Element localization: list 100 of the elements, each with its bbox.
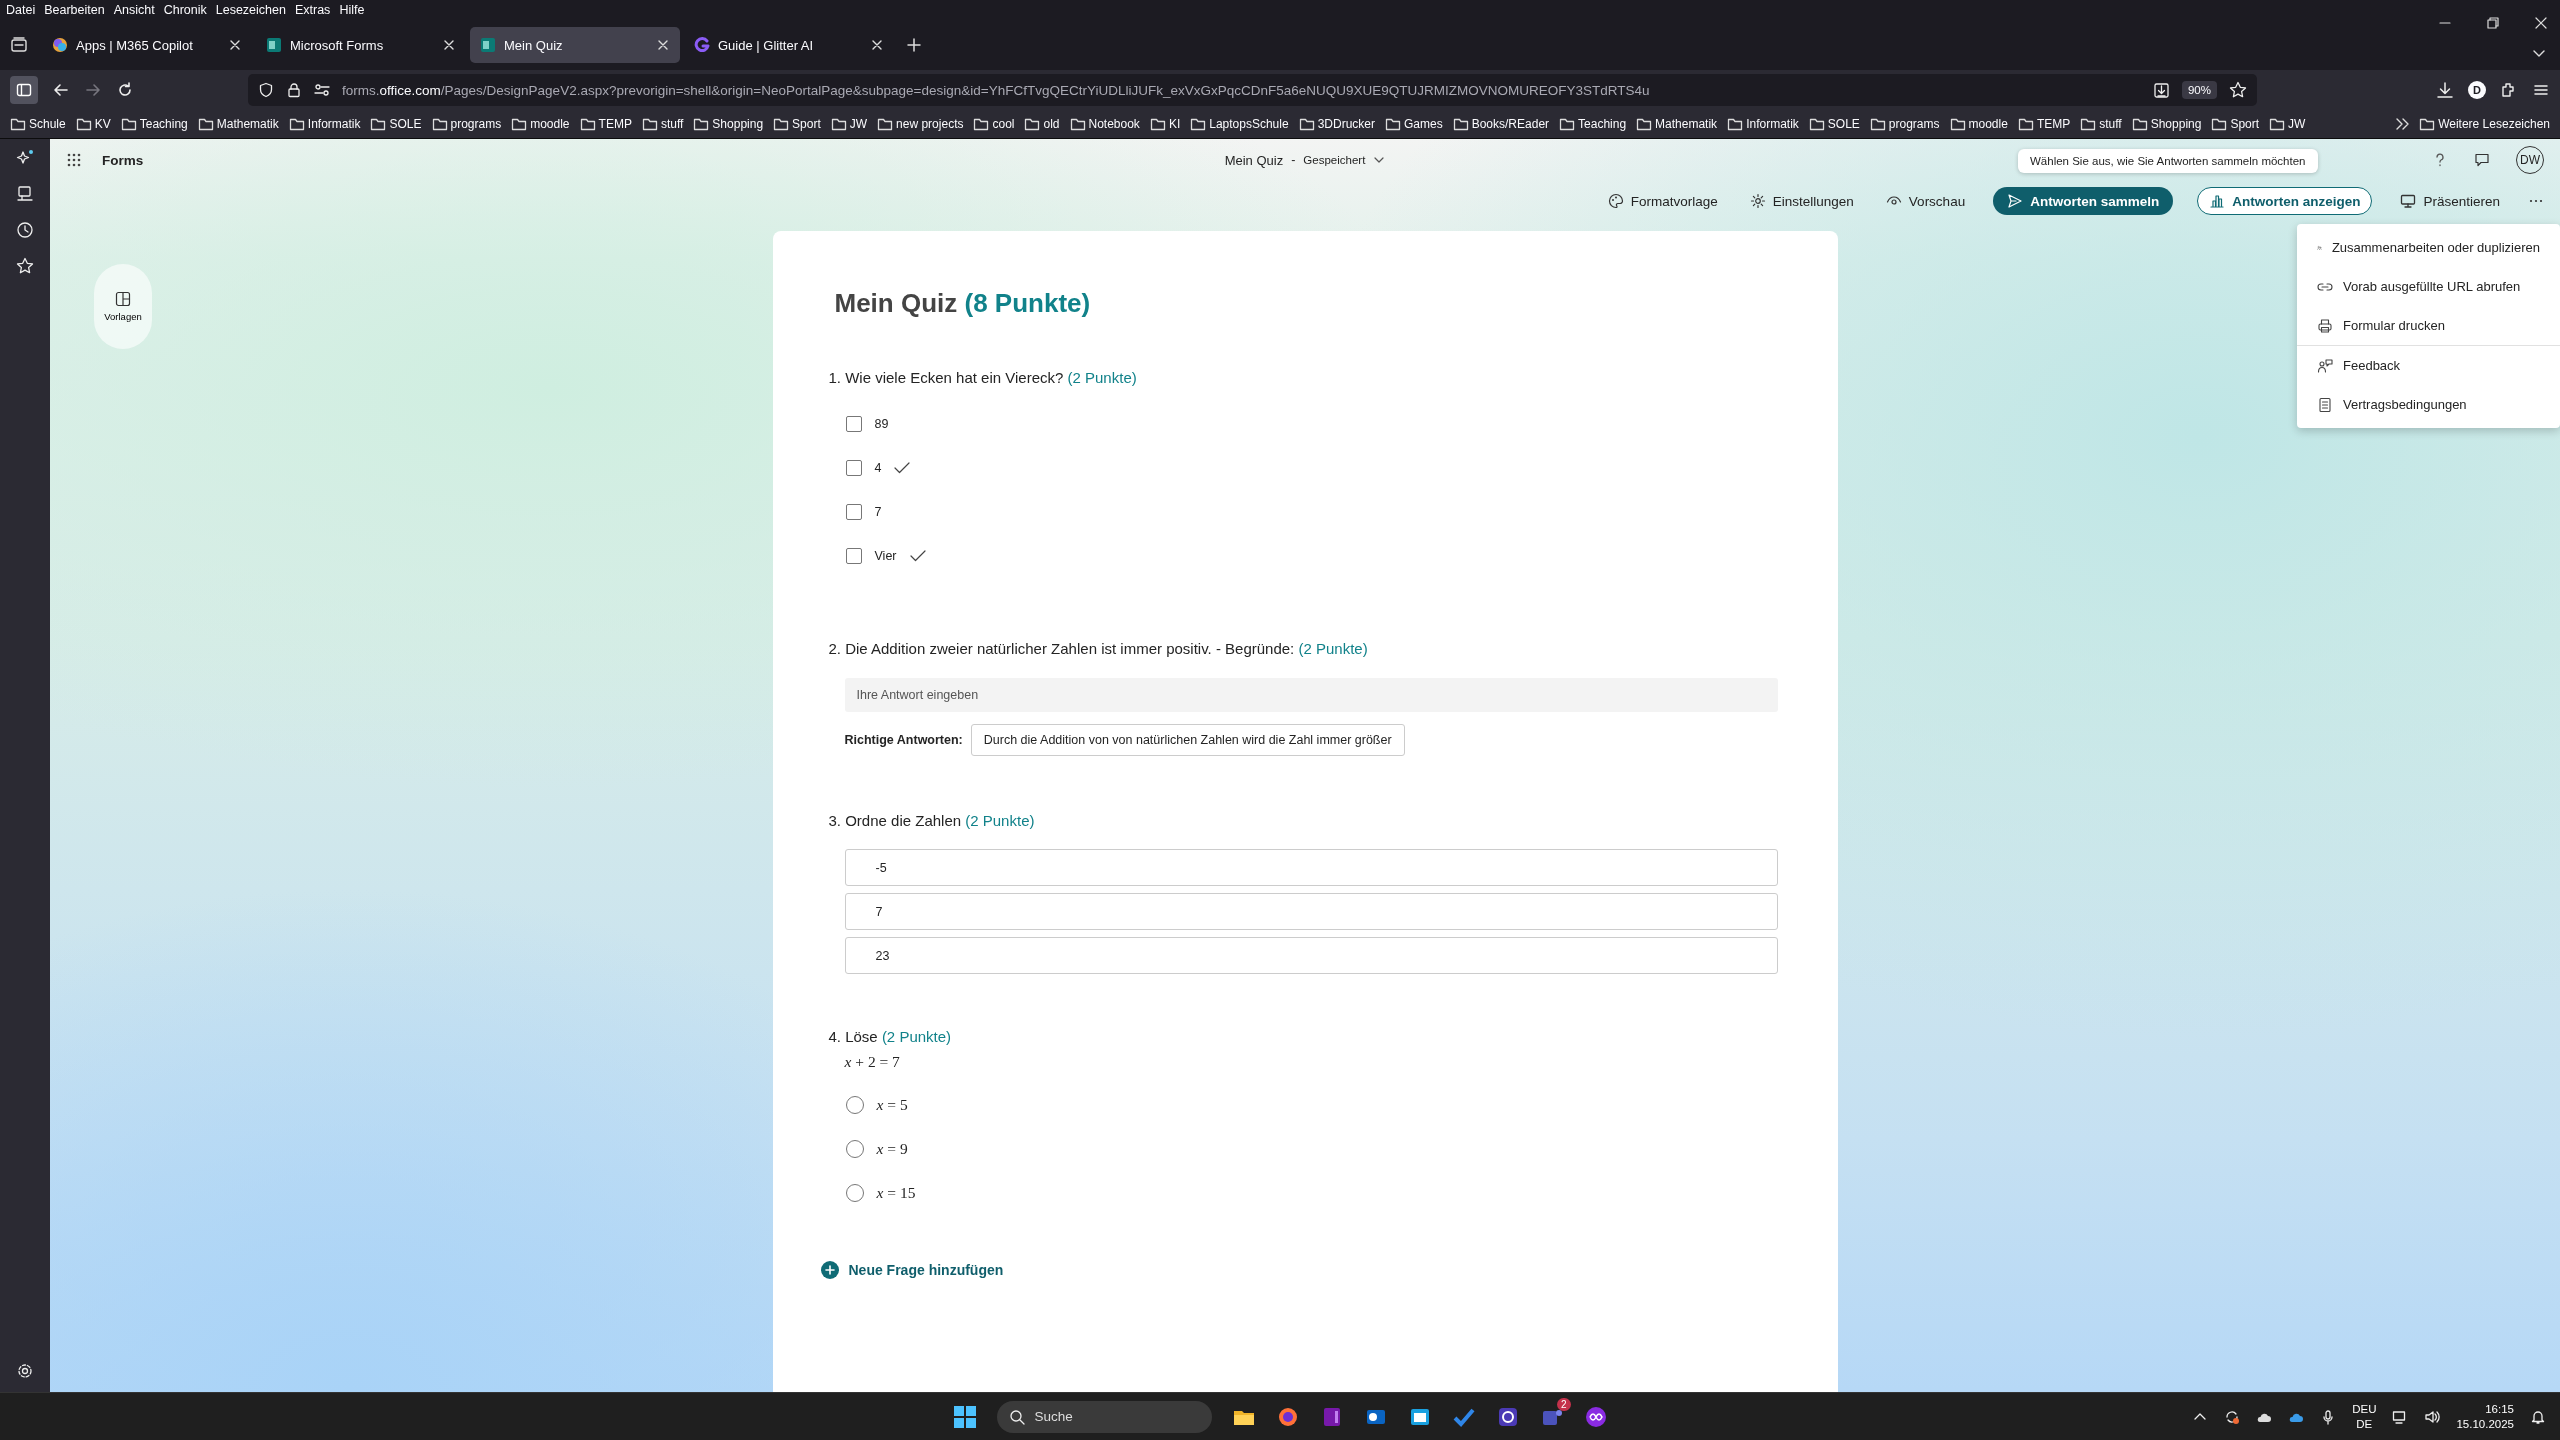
add-question-button[interactable]: Neue Frage hinzufügen [820,1261,1004,1279]
bookmark-item[interactable]: Games [1385,116,1443,132]
tab-list-icon[interactable] [10,36,28,54]
bookmark-item[interactable]: 3DDrucker [1298,116,1375,132]
bookmark-item[interactable]: moodle [511,116,570,132]
bookmark-item[interactable]: TEMP [2017,116,2071,132]
bookmark-item[interactable]: Informatik [288,116,361,132]
checkbox[interactable] [845,460,862,476]
bookmark-star-icon[interactable] [2229,81,2247,99]
close-icon[interactable] [228,38,242,52]
star-icon[interactable] [16,257,34,275]
menu-item[interactable]: Feedback [2297,345,2560,385]
menu-item[interactable]: Hilfe [339,3,365,17]
restore-icon[interactable] [2486,16,2500,30]
download-icon[interactable] [2436,81,2454,99]
bookmark-item[interactable]: Shopping [2131,116,2202,132]
reader-view-icon[interactable] [2152,81,2170,99]
bookmark-item[interactable]: programs [431,116,502,132]
ranking-item[interactable]: 7 [844,893,1778,930]
close-icon[interactable] [656,38,670,52]
menu-item[interactable]: Zusammenarbeiten oder duplizieren [2297,228,2560,267]
zoom-level-button[interactable]: 90% [2181,81,2217,99]
toolbar-button[interactable]: Formatvorlage [1603,187,1722,215]
browser-tab[interactable]: Microsoft Forms [256,27,466,63]
bookmark-item[interactable]: Schule [10,116,66,132]
bookmark-item[interactable]: programs [1869,116,1940,132]
bookmark-item[interactable]: new projects [877,116,964,132]
checkbox[interactable] [845,548,862,564]
menu-item[interactable]: Bearbeiten [44,3,105,17]
app-name[interactable]: Forms [102,152,144,168]
menu-item[interactable]: Chronik [163,3,207,17]
profile-avatar[interactable]: D [2468,81,2486,99]
menu-item[interactable]: Formular drucken [2297,306,2560,345]
close-icon[interactable] [870,38,884,52]
toolbar-button[interactable]: Antworten anzeigen [2197,187,2373,215]
app-icon[interactable] [1583,1404,1608,1429]
correct-answer-field[interactable]: Durch die Addition von von natürlichen Zahlen wird die Zahl immer größer [970,724,1405,756]
browser-tab[interactable]: Guide | Glitter AI [684,27,894,63]
menu-item[interactable]: Datei [6,3,36,17]
chevron-double-right-icon[interactable] [2395,116,2410,132]
bookmark-item[interactable]: Mathematik [1636,116,1718,132]
bookmark-item[interactable]: Teaching [1559,116,1627,132]
toolbar-button[interactable]: Einstellungen [1745,187,1858,215]
bookmark-item[interactable]: KV [75,116,111,132]
templates-button[interactable]: Vorlagen [94,264,152,349]
ranking-item[interactable]: 23 [844,937,1778,974]
sidebar-toggle-button[interactable] [10,76,38,104]
bookmark-item[interactable]: LaptopsSchule [1190,116,1289,132]
sync-icon[interactable] [2224,1408,2241,1425]
browser-tab[interactable]: Apps | M365 Copilot [42,27,252,63]
permissions-icon[interactable] [314,82,330,98]
windows-start-icon[interactable] [952,1404,977,1429]
menu-item[interactable]: Extras [294,3,331,17]
bookmark-item[interactable]: JW [830,116,868,132]
bookmark-item[interactable]: KI [1149,116,1181,132]
bookmark-item[interactable]: TEMP [579,116,632,132]
bookmark-item[interactable]: cool [973,116,1015,132]
close-icon[interactable] [442,38,456,52]
bookmark-item[interactable]: Shopping [693,116,764,132]
toolbar-button[interactable]: Antworten sammeln [1993,187,2174,215]
search-field[interactable]: Suche [996,1400,1212,1433]
back-icon[interactable] [52,81,70,99]
toolbar-button[interactable]: Vorschau [1881,187,1970,215]
bookmark-item[interactable]: Weitere Lesezeichen [2419,116,2550,132]
browser-tab[interactable]: Mein Quiz [470,27,680,63]
app-launcher-icon[interactable] [66,152,82,168]
ranking-item[interactable]: -5 [844,849,1778,886]
forward-icon[interactable] [84,81,102,99]
history-icon[interactable] [16,221,34,239]
answer-field[interactable]: Ihre Antwort eingeben [844,678,1778,712]
menu-item[interactable]: Lesezeichen [215,3,286,17]
bookmark-item[interactable]: Books/REader [1452,116,1550,132]
bookmark-item[interactable]: old [1024,116,1060,132]
form-title[interactable]: Mein Quiz [1224,152,1284,168]
checkbox[interactable] [845,504,862,520]
bookmark-item[interactable]: stuff [641,116,684,132]
new-tab-icon[interactable] [906,37,922,53]
notification-bell-icon[interactable] [2530,1408,2546,1425]
address-field[interactable]: forms.office.com/Pages/DesignPageV2.aspx?prevorigin=shell&origin=NeoPortalPage&subpage=design&id=YhFCfTvgQECtrYiUDLliJUFk_exVxGxPqcCDnF5a6eNUQU9XUE9QTUJRMIZMOVNOMUREOFY3STdRTS4u 90% [248,74,2257,106]
lock-icon[interactable] [286,82,302,98]
menu-item[interactable]: Vorab ausgefüllte URL abrufen [2297,267,2560,306]
checkbox[interactable] [845,416,862,432]
language-indicator[interactable]: DEU DE [2352,1401,2377,1432]
comment-icon[interactable] [2474,152,2490,168]
bookmark-item[interactable]: SOLE [1808,116,1860,132]
close-icon[interactable] [2534,16,2548,30]
clock[interactable]: 16:15 15.10.2025 [2456,1401,2514,1432]
reload-icon[interactable] [116,81,134,99]
bookmark-item[interactable]: Informatik [1727,116,1799,132]
bookmark-item[interactable]: Sport [2211,116,2260,132]
bookmark-item[interactable]: JW [2269,116,2306,132]
bookmark-item[interactable]: Teaching [120,116,188,132]
bookmark-item[interactable]: SOLE [370,116,422,132]
bookmark-item[interactable]: moodle [1949,116,2008,132]
bookmark-item[interactable]: Sport [773,116,821,132]
menu-item[interactable]: Vertragsbedingungen [2297,385,2560,424]
bookmark-item[interactable]: Notebook [1069,116,1140,132]
toolbar-button[interactable]: Präsentieren [2396,187,2504,215]
menu-item[interactable]: Ansicht [113,3,155,17]
bookmark-item[interactable]: stuff [2080,116,2122,132]
